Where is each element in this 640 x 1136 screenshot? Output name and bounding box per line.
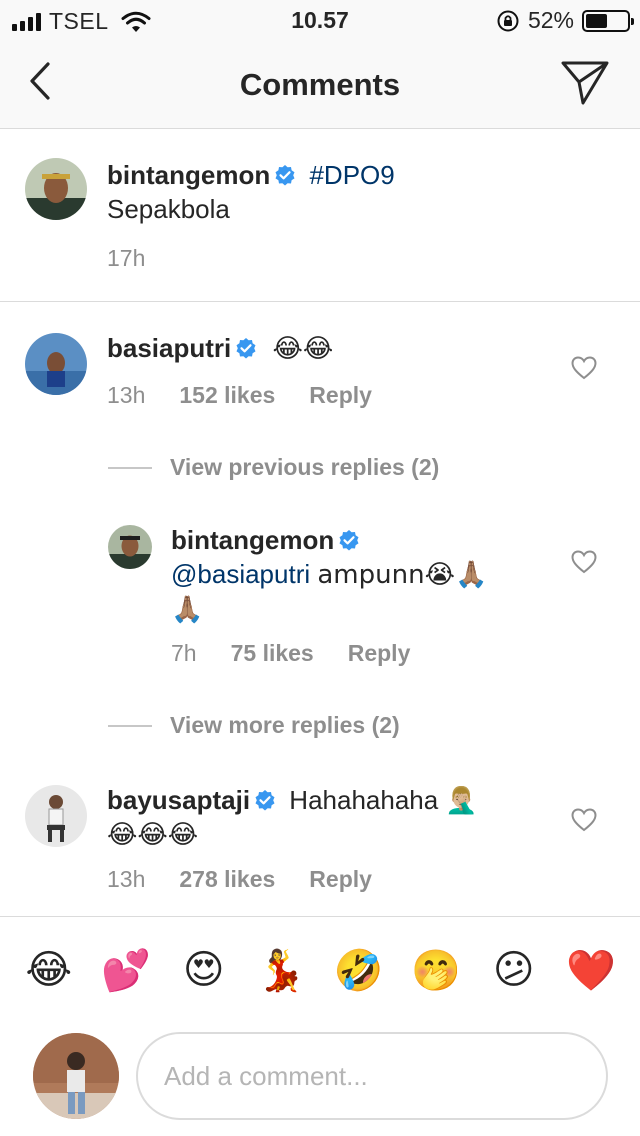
verified-badge-icon — [339, 530, 359, 551]
comment-body: 😂😂 — [272, 334, 334, 364]
battery-percent: 52% — [527, 7, 574, 33]
divider-dash — [108, 466, 152, 469]
emoji-button[interactable]: 🤭 — [411, 946, 461, 994]
avatar[interactable] — [25, 785, 87, 847]
reply-body: ampunn😭🙏🏽 — [317, 560, 488, 590]
reply-mention[interactable]: @basiaputri — [171, 559, 310, 589]
reply-body-line2: 🙏🏽 — [171, 595, 204, 625]
status-right: 52% — [496, 7, 634, 34]
divider — [0, 301, 640, 302]
emoji-button[interactable]: 😂 — [25, 946, 73, 994]
reply-button[interactable]: Reply — [309, 866, 372, 893]
avatar-photo — [25, 158, 87, 220]
page-title: Comments — [239, 67, 401, 102]
emoji-button[interactable]: ❤️ — [566, 946, 616, 994]
reply-username[interactable]: bintangemon — [171, 525, 334, 555]
emoji-button[interactable]: 💃 — [256, 946, 306, 994]
caption-meta: 17h — [107, 245, 145, 272]
reply-text: bintangemon @basiaputri ampunn😭🙏🏽 🙏🏽 — [171, 523, 541, 627]
emoji-button[interactable]: 💕 — [101, 946, 151, 994]
comment-username[interactable]: bayusaptaji — [107, 785, 250, 815]
comment-meta: 13h 278 likes Reply — [107, 866, 372, 893]
heart-icon[interactable] — [571, 808, 597, 832]
view-previous-replies-label: View previous replies (2) — [170, 454, 440, 480]
battery-icon — [582, 9, 634, 32]
comment-text: basiaputri 😂😂 — [107, 331, 547, 366]
caption-text: bintangemon #DPO9 Sepakbola — [107, 158, 607, 226]
rotation-lock-icon — [497, 10, 519, 31]
reply-meta: 7h 75 likes Reply — [171, 640, 410, 667]
caption-body: Sepakbola — [107, 194, 230, 224]
comment-body-line2: 😂😂😂 — [107, 820, 199, 850]
reply-timestamp: 7h — [171, 640, 197, 666]
comment-timestamp: 13h — [107, 382, 146, 408]
avatar[interactable] — [25, 333, 87, 395]
comment-meta: 13h 152 likes Reply — [107, 382, 372, 409]
caption-username[interactable]: bintangemon — [107, 160, 270, 190]
comment-timestamp: 13h — [107, 866, 146, 892]
avatar[interactable] — [25, 158, 87, 220]
emoji-button[interactable]: 🤣 — [334, 946, 384, 994]
divider — [0, 916, 640, 917]
caption-hashtag[interactable]: #DPO9 — [309, 160, 394, 190]
avatar-photo — [25, 785, 87, 847]
avatar-photo — [108, 525, 152, 569]
reply-likes[interactable]: 75 likes — [231, 640, 314, 667]
verified-badge-icon — [255, 790, 275, 811]
caption-timestamp: 17h — [107, 245, 146, 271]
heart-icon[interactable] — [571, 356, 597, 380]
comment-username[interactable]: basiaputri — [107, 333, 231, 363]
avatar-photo — [33, 1033, 119, 1119]
quick-emoji-bar: 😂 💕 😍 💃 🤣 🤭 😕 ❤️ — [0, 945, 640, 995]
verified-badge-icon — [236, 338, 256, 359]
view-previous-replies[interactable]: View previous replies (2) — [108, 454, 439, 481]
comments-header: Comments — [0, 40, 640, 129]
avatar[interactable] — [108, 525, 152, 569]
battery-level-fill — [586, 13, 607, 28]
paper-plane-icon[interactable] — [560, 58, 610, 106]
comment-input[interactable] — [136, 1032, 608, 1120]
comment-likes[interactable]: 278 likes — [179, 866, 275, 893]
view-more-replies[interactable]: View more replies (2) — [108, 712, 400, 739]
comment-likes[interactable]: 152 likes — [179, 382, 275, 409]
current-user-avatar[interactable] — [33, 1033, 119, 1119]
reply-button[interactable]: Reply — [309, 382, 372, 409]
divider-dash — [108, 724, 152, 727]
reply-button[interactable]: Reply — [348, 640, 411, 667]
emoji-button[interactable]: 😕 — [490, 946, 538, 994]
comment-body: Hahahahaha 🤦🏼‍♂️ — [289, 785, 478, 815]
emoji-button[interactable]: 😍 — [180, 946, 228, 994]
comment-text: bayusaptaji Hahahahaha 🤦🏼‍♂️ 😂😂😂 — [107, 783, 547, 852]
verified-badge-icon — [275, 165, 295, 186]
avatar-photo — [25, 333, 87, 395]
status-bar: TSEL 10.57 52% — [0, 0, 640, 40]
view-more-replies-label: View more replies (2) — [170, 712, 400, 738]
heart-icon[interactable] — [571, 550, 597, 574]
